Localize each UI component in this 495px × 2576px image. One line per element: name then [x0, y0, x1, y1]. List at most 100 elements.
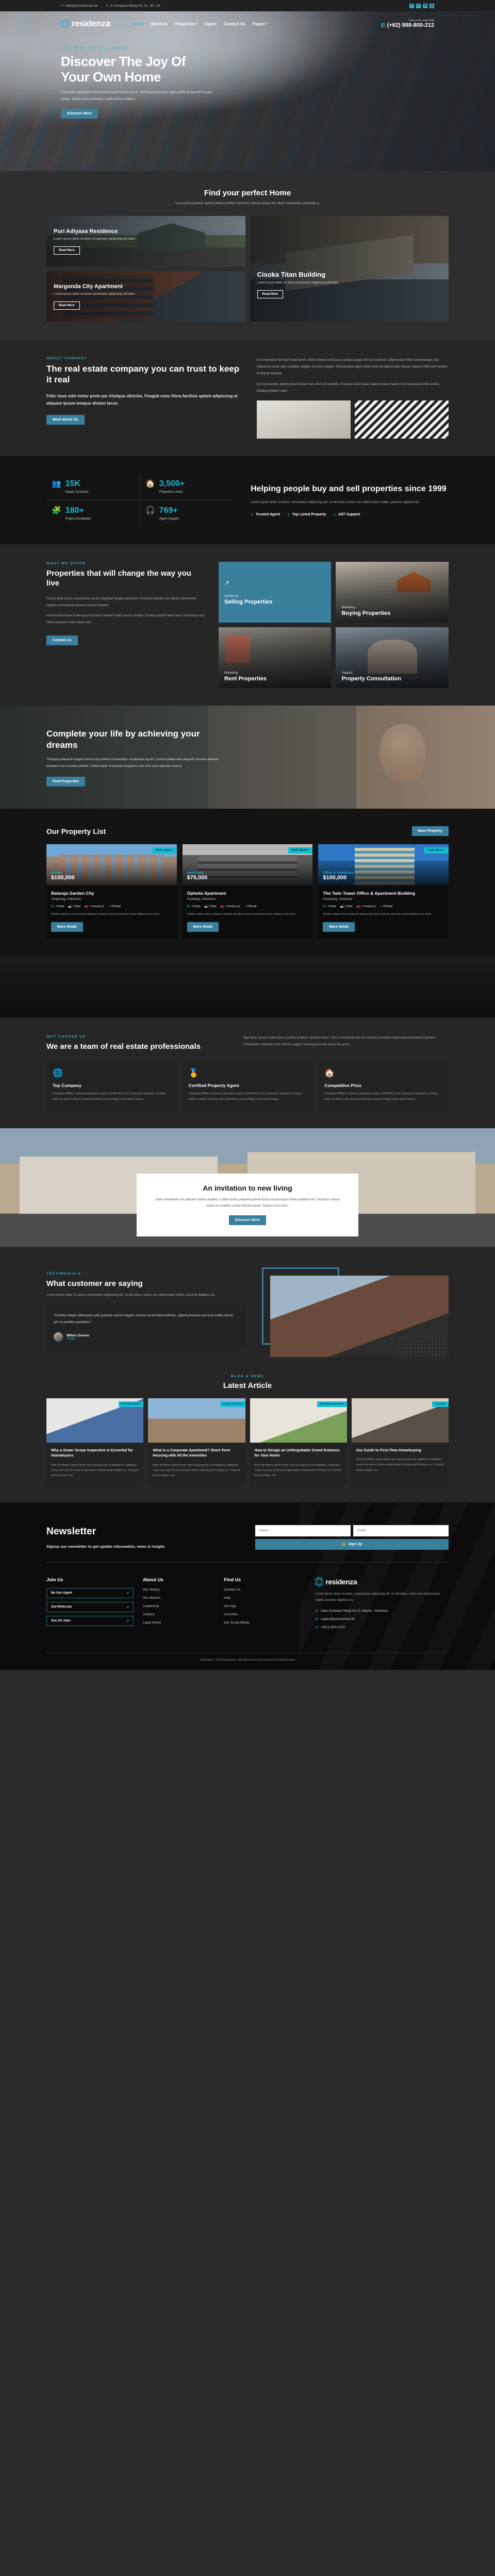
residenza-logo-icon [315, 1577, 324, 1586]
footer-link-our-history[interactable]: Our History [143, 1588, 214, 1592]
blog-card[interactable]: INSIGHT Our Guide to First-Time Homebuyi… [351, 1398, 449, 1485]
stat-label: Project Completed [65, 517, 91, 521]
property-list-title: Our Property List [46, 827, 106, 835]
perfect-home-card-cisoka[interactable]: Cisoka Titan Building Lorem ipsum dolor … [250, 216, 449, 322]
see-all-jobs-button[interactable]: See All Jobs ↗ [46, 1615, 134, 1626]
offer-card-rent[interactable]: Marketing Rent Properties [218, 627, 332, 689]
why-eyebrow: WHY CHOOSE US [46, 1035, 86, 1039]
invitation-discover-more-button[interactable]: Discover More [228, 1215, 267, 1226]
nav-item-home[interactable]: Home [132, 22, 143, 26]
site-logo[interactable]: residenza [61, 19, 110, 29]
offer-card-selling[interactable]: ↗ Marketing Selling Properties [218, 562, 332, 623]
property-list-section: Our Property List More Property FOR SALE… [0, 809, 495, 956]
property-card-ophelia[interactable]: FOR RENT ! Apartment $75,000 Ophelia Apa… [182, 844, 313, 939]
facebook-icon[interactable]: f [409, 3, 414, 8]
top-address[interactable]: ⚲ Jl Cempaka Wangi No 22, Jkt - ID [106, 4, 160, 8]
stat-label: Agent Support [159, 517, 179, 521]
nav-item-agent[interactable]: Agent [205, 22, 217, 26]
nav-item-contact-us[interactable]: Contact Us [224, 22, 245, 26]
perfect-home-card-margonda[interactable]: Margonda City Apartment Lorem ipsum dolo… [46, 271, 245, 322]
top-email[interactable]: ✉ hello@yourdomain.tld [61, 4, 97, 8]
phone-number[interactable]: ✆ (+62) 888-800-212 [381, 22, 434, 29]
read-more-button[interactable]: Read More [54, 301, 80, 310]
offer-contact-us-button[interactable]: Contact Us [46, 635, 78, 645]
top-bar-contact: ✉ hello@yourdomain.tld | ⚲ Jl Cempaka Wa… [61, 4, 160, 8]
feature-desc: Faucibus efficitur molestie parturient s… [53, 1092, 167, 1101]
be-our-agent-button[interactable]: Be Our Agent ↗ [46, 1587, 134, 1598]
more-property-button[interactable]: More Property [411, 826, 449, 837]
footer-phone-text: +6221.2002.2012 [321, 1626, 345, 1629]
hero-title-line2: Your Own Home [61, 69, 161, 85]
footer-link-careers[interactable]: Careers [143, 1613, 214, 1616]
blog-post-desc: Ante elit efficitur aptent tortor sem ni… [254, 1463, 342, 1477]
footer-link-contact-us[interactable]: Contact Us [224, 1588, 306, 1592]
property-desc: Nullam aptent mus praesent aliquet fauci… [323, 913, 432, 916]
property-meta: 🛏 2 Beds 🛁 2 Bath 🚗 1 Parking lot ⌐ 1250sqft [51, 905, 172, 909]
more-about-us-button[interactable]: More About Us [46, 414, 85, 425]
blog-post-title: What is a Corporate Apartment? Short-Ter… [153, 1448, 230, 1458]
footer-email[interactable]: ✉ support@yourdomain.tld [315, 1617, 449, 1621]
property-meta: 🛏 2 Beds 🛁 2 Bath 🚗 1 Parking lot ⌐ 1250sqft [187, 905, 308, 909]
blog-body: Our Guide to First-Time Homebuying Ante … [352, 1443, 449, 1480]
nav-item-pages[interactable]: Pages ▾ [253, 22, 267, 26]
footer-link-leadership[interactable]: Leadership [143, 1604, 214, 1608]
card-desc: Lorem ipsum dolor sit amet consectetur a… [54, 292, 135, 296]
email-input[interactable] [353, 1525, 449, 1536]
offer-card-consultation[interactable]: Support Property Consultation [336, 627, 449, 689]
footer-phone[interactable]: ✆ +6221.2002.2012 [315, 1626, 449, 1630]
signup-button[interactable]: 🔒 Sign Up [255, 1538, 449, 1550]
property-body: The Twin Tower Office & Apartment Buildi… [318, 885, 449, 938]
blog-card[interactable]: HOME RENTAL What is a Corporate Apartmen… [148, 1398, 245, 1485]
perfect-home-section: Find your perfect Home Urna porta pretiu… [0, 171, 495, 340]
offer-left: WHAT WE OFFER Properties that will chang… [46, 562, 206, 688]
more-detail-button[interactable]: More Detail [51, 922, 83, 932]
meta-beds: 🛏 2 Beds [323, 905, 336, 909]
offer-card-buying[interactable]: Marketing Buying Properties [336, 562, 449, 623]
read-more-button[interactable]: Read More [54, 246, 80, 255]
nav-item-properties[interactable]: Properties ▾ [175, 22, 197, 26]
more-detail-button[interactable]: More Detail [187, 922, 219, 932]
why-paragraph: Eget libero ipsum mollis lectus porttito… [243, 1036, 436, 1046]
newsletter-inputs [255, 1525, 449, 1536]
offer-cards: ↗ Marketing Selling Properties Marketing… [218, 562, 449, 689]
newsletter-block: Newsletter Signup our newsletter to get … [46, 1502, 449, 1562]
meta-label: 2 Bath [208, 905, 217, 908]
blog-card[interactable]: DESIGN CONCEPT How to Design an Unforget… [250, 1398, 347, 1485]
name-input[interactable] [255, 1525, 351, 1536]
twitter-icon[interactable]: t [416, 3, 421, 8]
nav-item-services[interactable]: Services [151, 22, 168, 26]
instagram-icon[interactable]: ◎ [430, 3, 434, 8]
linkedin-icon[interactable]: in [423, 3, 427, 8]
property-card-twin-tower[interactable]: FOR RENT ! Office & Apartment $100,000 T… [318, 844, 449, 939]
read-more-button[interactable]: Read More [257, 290, 284, 298]
find-properties-button[interactable]: Find Properties [46, 776, 86, 787]
footer-link-our-social-media[interactable]: Our Social Media [224, 1621, 306, 1625]
footer-link-help[interactable]: Help [224, 1596, 306, 1600]
footer-link-our-mission[interactable]: Our Mission [143, 1596, 214, 1600]
meta-parking: 🚗 1 Parking lot [84, 905, 104, 909]
offer-eyebrow: WHAT WE OFFER [46, 562, 86, 566]
more-detail-button[interactable]: More Detail [323, 922, 355, 932]
why-choose-us-section: WHY CHOOSE US We are a team of real esta… [0, 1017, 495, 1129]
bath-icon: 🛁 [204, 905, 208, 909]
logo-text: residenza [72, 19, 110, 28]
testimonials-left: TESTIMONIALS What customer are saying Lo… [46, 1272, 246, 1350]
nav-label: Contact Us [223, 21, 245, 26]
perfect-home-subtitle: Urna porta pretium aptent platea porttit… [175, 202, 320, 205]
perfect-home-card-puri[interactable]: Puri Adiyasa Residence Lorem ipsum dolor… [46, 216, 245, 267]
footer-logo[interactable]: residenza [315, 1577, 449, 1586]
footer-heading: Find Us [224, 1577, 241, 1582]
get-referrals-button[interactable]: Get Referrals ↗ [46, 1601, 134, 1612]
section-divider-image [0, 956, 495, 1018]
property-category: House [51, 871, 61, 875]
hero-discover-more-button[interactable]: Discover More [61, 109, 98, 119]
footer-link-legal-notice[interactable]: Legal Notice [143, 1621, 214, 1625]
property-card-balaraja[interactable]: FOR SALE ! House $150,000 Balaraja Garde… [46, 844, 177, 939]
invitation-paragraph: Dolor elementum nec aliquam facilisi sod… [155, 1198, 340, 1208]
blog-badge: HOME RENTAL [220, 1401, 245, 1408]
footer-link-countries[interactable]: Countries [224, 1613, 306, 1616]
stat-number: 15K [65, 479, 81, 489]
footer-link-our-app[interactable]: Our App [224, 1604, 306, 1608]
check-icon: ✓ [287, 513, 290, 517]
blog-card[interactable]: ENVIRONMENT Why a Sewer Scope Inspection… [46, 1398, 144, 1485]
